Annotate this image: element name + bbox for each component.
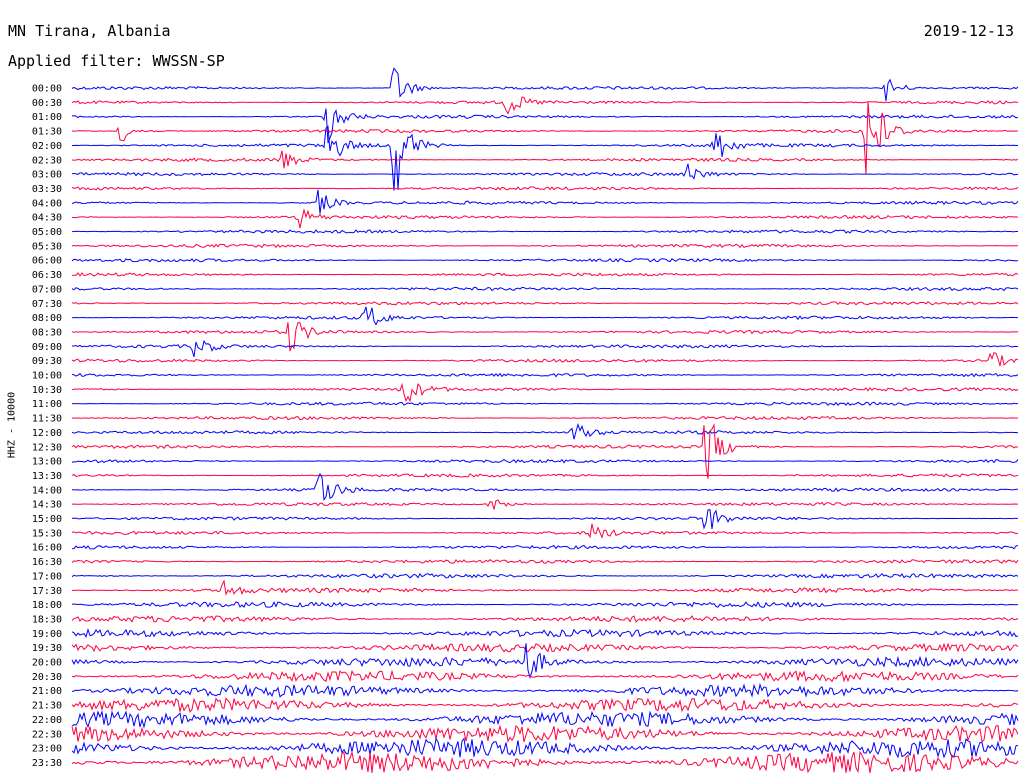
time-tick-label: 19:30 (32, 643, 62, 654)
time-tick-label: 13:30 (32, 471, 62, 482)
trace-line-2300 (71, 737, 1019, 759)
time-tick-label: 01:00 (32, 112, 62, 123)
time-tick-label: 22:30 (32, 729, 62, 740)
trace-line-1930 (71, 642, 1019, 653)
trace-line-2230 (71, 724, 1019, 743)
time-tick-label: 04:30 (32, 213, 62, 224)
time-tick-label: 12:30 (32, 442, 62, 453)
time-tick-label: 11:00 (32, 399, 62, 410)
time-tick-label: 06:00 (32, 256, 62, 267)
trace-line-1000 (71, 372, 1019, 378)
time-tick-label: 16:00 (32, 543, 62, 554)
trace-line-0000 (71, 67, 1019, 102)
trace-line-1700 (71, 572, 1019, 579)
time-tick-label: 16:30 (32, 557, 62, 568)
time-tick-label: 07:30 (32, 299, 62, 310)
time-tick-label: 20:00 (32, 658, 62, 669)
trace-line-2130 (71, 697, 1019, 713)
trace-line-2200 (71, 709, 1019, 729)
time-tick-label: 23:00 (32, 744, 62, 755)
time-tick-label: 10:00 (32, 371, 62, 382)
trace-line-0130 (71, 101, 1019, 175)
time-tick-label: 12:00 (32, 428, 62, 439)
trace-group (71, 67, 1019, 774)
time-tick-label: 09:00 (32, 342, 62, 353)
time-tick-label: 17:30 (32, 586, 62, 597)
trace-line-1600 (71, 544, 1019, 550)
time-tick-label: 04:00 (32, 198, 62, 209)
trace-line-1030 (71, 382, 1019, 403)
trace-line-1730 (71, 579, 1018, 596)
trace-line-1400 (71, 472, 1018, 501)
time-tick-label: 03:00 (32, 170, 62, 181)
time-tick-label: 21:30 (32, 701, 62, 712)
trace-line-1300 (71, 458, 1019, 464)
time-tick-label: 22:00 (32, 715, 62, 726)
trace-line-1330 (71, 473, 1019, 478)
trace-line-2030 (71, 669, 1019, 683)
trace-line-0300 (71, 163, 1019, 180)
trace-line-1200 (71, 422, 1019, 440)
time-tick-label: 14:30 (32, 500, 62, 511)
trace-line-0530 (71, 243, 1019, 249)
time-tick-label: 03:30 (32, 184, 62, 195)
trace-line-0730 (71, 301, 1019, 306)
time-tick-label: 00:30 (32, 98, 62, 109)
time-tick-label: 20:30 (32, 672, 62, 683)
trace-line-0930 (71, 351, 1019, 367)
trace-line-0900 (71, 339, 1019, 358)
time-tick-label: 13:00 (32, 457, 62, 468)
trace-line-1500 (72, 509, 1019, 530)
time-tick-label: 06:30 (32, 270, 62, 281)
trace-line-0100 (71, 108, 1019, 144)
time-tick-label: 15:00 (32, 514, 62, 525)
time-tick-label: 18:30 (32, 614, 62, 625)
time-tick-label: 17:00 (32, 571, 62, 582)
time-tick-label: 08:30 (32, 327, 62, 338)
time-tick-label: 21:00 (32, 686, 62, 697)
trace-line-1430 (71, 499, 1018, 510)
trace-line-1630 (71, 558, 1019, 565)
time-tick-label: 14:00 (32, 485, 62, 496)
time-tick-label: 18:00 (32, 600, 62, 611)
time-tick-label: 23:30 (32, 758, 62, 769)
time-tick-labels: 00:00 00:30 01:00 01:30 02:00 02:30 03:00 03:30… (32, 84, 62, 769)
trace-line-2330 (71, 750, 1019, 774)
time-tick-label: 15:30 (32, 528, 62, 539)
trace-line-1130 (71, 415, 1019, 421)
time-tick-label: 19:00 (32, 629, 62, 640)
trace-line-0630 (71, 272, 1019, 277)
trace-line-1830 (71, 615, 1019, 623)
trace-line-1900 (71, 628, 1019, 639)
trace-line-0800 (71, 306, 1019, 326)
trace-line-2100 (71, 682, 1019, 698)
time-tick-label: 11:30 (32, 414, 62, 425)
trace-line-0230 (71, 150, 1019, 169)
time-tick-label: 07:00 (32, 284, 62, 295)
trace-line-0500 (71, 229, 1018, 234)
trace-line-0400 (71, 189, 1019, 214)
trace-line-1530 (71, 523, 1019, 539)
time-tick-label: 00:00 (32, 84, 62, 95)
time-tick-label: 08:00 (32, 313, 62, 324)
trace-line-0430 (71, 208, 1019, 229)
time-tick-label: 01:30 (32, 127, 62, 138)
time-tick-label: 10:30 (32, 385, 62, 396)
trace-line-0700 (71, 286, 1019, 292)
time-tick-label: 09:30 (32, 356, 62, 367)
trace-line-1800 (71, 601, 1019, 608)
time-tick-label: 02:00 (32, 141, 62, 152)
trace-line-0330 (71, 186, 1019, 191)
time-tick-label: 02:30 (32, 155, 62, 166)
trace-line-1100 (71, 401, 1019, 406)
time-tick-label: 05:00 (32, 227, 62, 238)
helicorder-plot: 00:00 00:30 01:00 01:30 02:00 02:30 03:00 03:30… (32, 67, 1019, 774)
trace-line-0600 (71, 257, 1019, 263)
time-tick-label: 05:30 (32, 241, 62, 252)
trace-line-0200 (72, 125, 1018, 191)
trace-line-0030 (71, 96, 1019, 115)
